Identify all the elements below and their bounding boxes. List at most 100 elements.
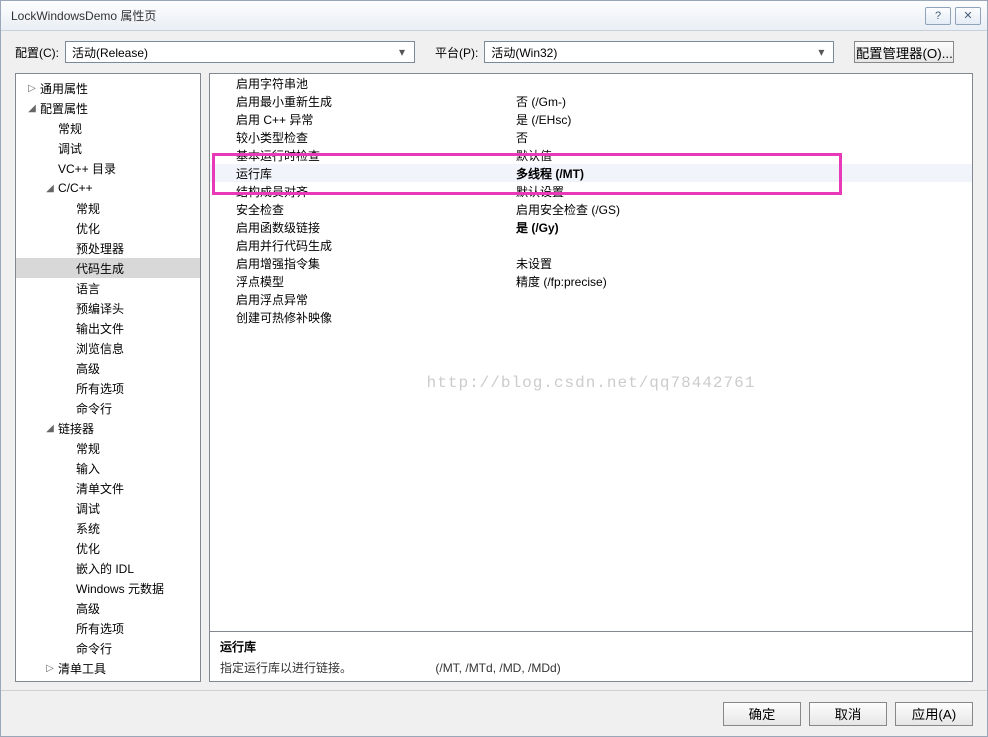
config-manager-button[interactable]: 配置管理器(O)... <box>854 41 954 63</box>
tree-item[interactable]: VC++ 目录 <box>16 158 200 178</box>
tree-item-label: 优化 <box>74 220 100 237</box>
tree-item-label: 通用属性 <box>38 80 88 97</box>
close-button[interactable]: ✕ <box>955 7 981 25</box>
property-value: 默认值 <box>510 147 972 164</box>
property-row[interactable]: 创建可热修补映像 <box>210 308 972 326</box>
property-name: 运行库 <box>210 165 510 182</box>
tree-item[interactable]: 输出文件 <box>16 318 200 338</box>
config-value: 活动(Release) <box>72 44 394 61</box>
tree-item-label: 调试 <box>56 140 82 157</box>
chevron-down-icon: ▾ <box>813 45 829 59</box>
tree-item[interactable]: 调试 <box>16 498 200 518</box>
tree-item-label: VC++ 目录 <box>56 160 116 177</box>
titlebar: LockWindowsDemo 属性页 ? ✕ <box>1 1 987 31</box>
tree-item-label: 输入 <box>74 460 100 477</box>
property-row[interactable]: 启用最小重新生成否 (/Gm-) <box>210 92 972 110</box>
tree-item[interactable]: 预处理器 <box>16 238 200 258</box>
property-row[interactable]: 启用增强指令集未设置 <box>210 254 972 272</box>
tree-item[interactable]: 常规 <box>16 198 200 218</box>
tree-item[interactable]: 高级 <box>16 358 200 378</box>
tree-item[interactable]: 系统 <box>16 518 200 538</box>
tree-item[interactable]: 所有选项 <box>16 618 200 638</box>
property-row[interactable]: 启用并行代码生成 <box>210 236 972 254</box>
tree-item[interactable]: 命令行 <box>16 638 200 658</box>
property-row[interactable]: 安全检查启用安全检查 (/GS) <box>210 200 972 218</box>
property-name: 浮点模型 <box>210 273 510 290</box>
property-name: 启用浮点异常 <box>210 291 510 308</box>
tree-item[interactable]: 预编译头 <box>16 298 200 318</box>
dialog-footer: 确定 取消 应用(A) <box>1 690 987 736</box>
tree-item-label: 系统 <box>74 520 100 537</box>
property-row[interactable]: 基本运行时检查默认值 <box>210 146 972 164</box>
tree-item[interactable]: 浏览信息 <box>16 338 200 358</box>
tree-item-label: 预编译头 <box>74 300 124 317</box>
tree-item-label: 输出文件 <box>74 320 124 337</box>
tree-item-label: 配置属性 <box>38 100 88 117</box>
apply-button[interactable]: 应用(A) <box>895 702 973 726</box>
collapsed-icon[interactable]: ▷ <box>26 83 38 94</box>
property-name: 基本运行时检查 <box>210 147 510 164</box>
property-row[interactable]: 启用浮点异常 <box>210 290 972 308</box>
tree-item-label: 预处理器 <box>74 240 124 257</box>
property-row[interactable]: 运行库多线程 (/MT) <box>210 164 972 182</box>
tree-item[interactable]: 高级 <box>16 598 200 618</box>
tree-item-label: 链接器 <box>56 420 94 437</box>
tree-item[interactable]: 语言 <box>16 278 200 298</box>
tree-item[interactable]: 嵌入的 IDL <box>16 558 200 578</box>
tree-item[interactable]: 清单文件 <box>16 478 200 498</box>
config-combo[interactable]: 活动(Release) ▾ <box>65 41 415 63</box>
tree-item[interactable]: ◢C/C++ <box>16 178 200 198</box>
tree-item-label: 命令行 <box>74 400 112 417</box>
tree-item[interactable]: 常规 <box>16 118 200 138</box>
property-name: 结构成员对齐 <box>210 183 510 200</box>
tree-item-label: 高级 <box>74 360 100 377</box>
collapsed-icon[interactable]: ▷ <box>44 663 56 674</box>
property-value: 否 (/Gm-) <box>510 93 972 110</box>
tree-item[interactable]: 调试 <box>16 138 200 158</box>
property-value: 是 (/Gy) <box>510 219 972 236</box>
property-grid[interactable]: 启用字符串池启用最小重新生成否 (/Gm-)启用 C++ 异常是 (/EHsc)… <box>209 73 973 632</box>
tree-item[interactable]: 命令行 <box>16 398 200 418</box>
property-row[interactable]: 启用函数级链接是 (/Gy) <box>210 218 972 236</box>
property-value: 未设置 <box>510 255 972 272</box>
tree-item[interactable]: ▷通用属性 <box>16 78 200 98</box>
property-row[interactable]: 较小类型检查否 <box>210 128 972 146</box>
right-pane: 启用字符串池启用最小重新生成否 (/Gm-)启用 C++ 异常是 (/EHsc)… <box>209 73 973 682</box>
tree-item-label: 嵌入的 IDL <box>74 560 134 577</box>
property-row[interactable]: 结构成员对齐默认设置 <box>210 182 972 200</box>
platform-combo[interactable]: 活动(Win32) ▾ <box>484 41 834 63</box>
tree-item-label: Windows 元数据 <box>74 580 164 597</box>
platform-value: 活动(Win32) <box>491 44 813 61</box>
tree-item[interactable]: 所有选项 <box>16 378 200 398</box>
expanded-icon[interactable]: ◢ <box>26 103 38 114</box>
tree-item[interactable]: ▷清单工具 <box>16 658 200 678</box>
property-name: 安全检查 <box>210 201 510 218</box>
tree-item-label: 命令行 <box>74 640 112 657</box>
tree-item[interactable]: 代码生成 <box>16 258 200 278</box>
tree-item-label: 所有选项 <box>74 380 124 397</box>
tree-item[interactable]: 优化 <box>16 218 200 238</box>
tree-item[interactable]: 优化 <box>16 538 200 558</box>
property-value: 精度 (/fp:precise) <box>510 273 972 290</box>
ok-button[interactable]: 确定 <box>723 702 801 726</box>
tree-item-label: 代码生成 <box>74 260 124 277</box>
property-row[interactable]: 启用字符串池 <box>210 74 972 92</box>
property-row[interactable]: 启用 C++ 异常是 (/EHsc) <box>210 110 972 128</box>
window-title: LockWindowsDemo 属性页 <box>11 7 921 24</box>
tree-item[interactable]: 输入 <box>16 458 200 478</box>
expanded-icon[interactable]: ◢ <box>44 183 56 194</box>
property-row[interactable]: 浮点模型精度 (/fp:precise) <box>210 272 972 290</box>
nav-tree[interactable]: ▷通用属性◢配置属性常规调试VC++ 目录◢C/C++常规优化预处理器代码生成语… <box>15 73 201 682</box>
cancel-button[interactable]: 取消 <box>809 702 887 726</box>
tree-item[interactable]: 常规 <box>16 438 200 458</box>
expanded-icon[interactable]: ◢ <box>44 423 56 434</box>
description-pane: 运行库 指定运行库以进行链接。 (/MT, /MTd, /MD, /MDd) <box>209 632 973 682</box>
tree-item-label: 优化 <box>74 540 100 557</box>
tree-item[interactable]: Windows 元数据 <box>16 578 200 598</box>
tree-item[interactable]: ◢配置属性 <box>16 98 200 118</box>
help-button[interactable]: ? <box>925 7 951 25</box>
watermark-text: http://blog.csdn.net/qq78442761 <box>427 374 756 392</box>
tree-item-label: 常规 <box>74 440 100 457</box>
platform-label: 平台(P): <box>435 44 478 61</box>
tree-item[interactable]: ◢链接器 <box>16 418 200 438</box>
